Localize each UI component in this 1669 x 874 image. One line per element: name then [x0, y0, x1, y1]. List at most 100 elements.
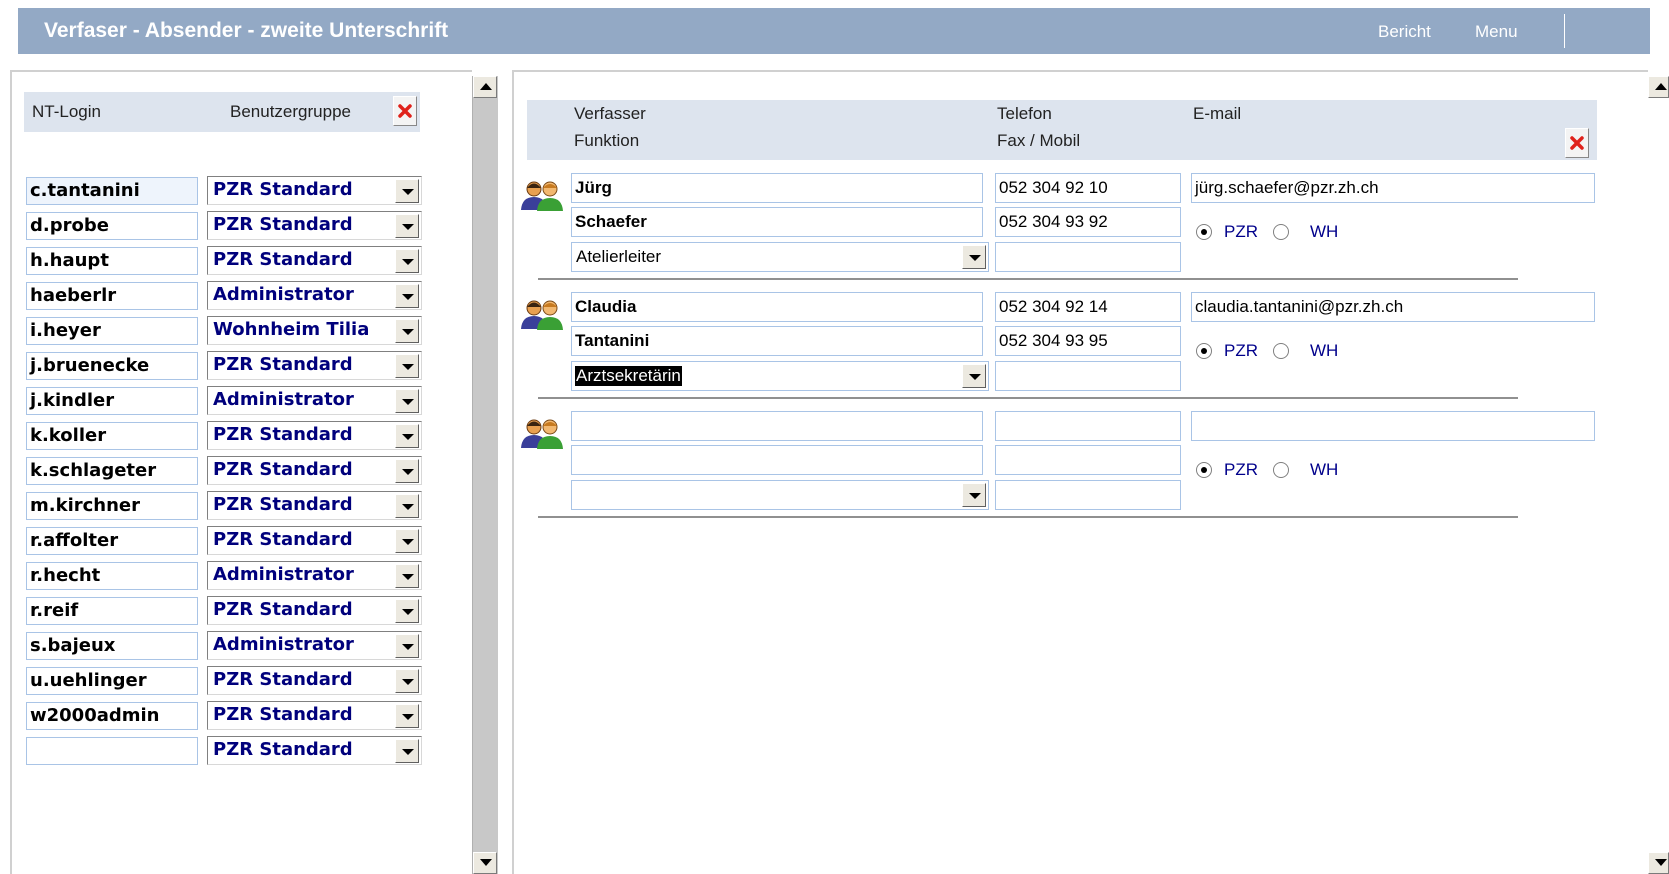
function-select[interactable] [571, 480, 989, 510]
dropdown-arrow-icon[interactable] [395, 249, 419, 273]
dropdown-arrow-icon[interactable] [395, 319, 419, 343]
group-select[interactable]: Administrator [207, 281, 422, 310]
group-select[interactable]: Administrator [207, 631, 422, 660]
login-field[interactable]: r.reif [26, 597, 198, 625]
login-field[interactable]: r.affolter [26, 527, 198, 555]
login-field[interactable]: k.schlageter [26, 457, 198, 485]
first-name-field[interactable]: Claudia [571, 292, 983, 322]
group-select[interactable]: Wohnheim Tilia [207, 316, 422, 345]
email-field[interactable] [1191, 411, 1595, 441]
function-select[interactable]: Atelierleiter [571, 242, 989, 272]
group-select[interactable]: PZR Standard [207, 526, 422, 555]
login-field[interactable]: haeberlr [26, 282, 198, 310]
mobile-field[interactable] [995, 361, 1181, 391]
delete-icon[interactable] [393, 96, 417, 126]
dropdown-arrow-icon[interactable] [395, 704, 419, 728]
dropdown-arrow-icon[interactable] [395, 459, 419, 483]
scroll-up-icon[interactable] [473, 76, 497, 98]
dropdown-arrow-icon[interactable] [395, 284, 419, 308]
last-name-field[interactable]: Schaefer [571, 207, 983, 237]
login-field[interactable]: c.tantanini [26, 177, 198, 205]
pzr-radio[interactable] [1196, 462, 1212, 478]
dropdown-arrow-icon[interactable] [395, 214, 419, 238]
dropdown-arrow-icon[interactable] [395, 669, 419, 693]
dropdown-arrow-icon[interactable] [395, 354, 419, 378]
group-select[interactable]: PZR Standard [207, 421, 422, 450]
dropdown-arrow-icon[interactable] [395, 179, 419, 203]
dropdown-arrow-icon[interactable] [962, 483, 986, 507]
login-field[interactable]: u.uehlinger [26, 667, 198, 695]
login-column-header: NT-Login [32, 102, 101, 121]
group-select[interactable]: PZR Standard [207, 736, 422, 765]
users-scrollbar[interactable] [472, 76, 498, 874]
pzr-radio[interactable] [1196, 343, 1212, 359]
phone-field[interactable] [995, 411, 1181, 441]
login-field[interactable]: d.probe [26, 212, 198, 240]
last-name-field[interactable] [571, 445, 983, 475]
group-select[interactable]: PZR Standard [207, 176, 422, 205]
login-field[interactable]: h.haupt [26, 247, 198, 275]
scroll-down-icon[interactable] [473, 852, 497, 874]
login-field[interactable] [26, 737, 198, 765]
login-field[interactable]: j.kindler [26, 387, 198, 415]
group-select[interactable]: PZR Standard [207, 456, 422, 485]
email-field[interactable]: claudia.tantanini@pzr.zh.ch [1191, 292, 1595, 322]
mobile-field[interactable] [995, 480, 1181, 510]
wh-radio[interactable] [1273, 224, 1289, 240]
phone-field[interactable]: 052 304 92 10 [995, 173, 1181, 203]
group-value: PZR Standard [213, 249, 353, 270]
dropdown-arrow-icon[interactable] [395, 529, 419, 553]
group-select[interactable]: PZR Standard [207, 211, 422, 240]
entry-divider [538, 516, 1518, 518]
login-field[interactable]: w2000admin [26, 702, 198, 730]
phone-field[interactable]: 052 304 92 14 [995, 292, 1181, 322]
fax-field[interactable]: 052 304 93 95 [995, 326, 1181, 356]
delete-icon[interactable] [1565, 128, 1589, 158]
group-select[interactable]: Administrator [207, 386, 422, 415]
login-field[interactable]: j.bruenecke [26, 352, 198, 380]
pzr-radio[interactable] [1196, 224, 1212, 240]
first-name-field[interactable] [571, 411, 983, 441]
group-select[interactable]: Administrator [207, 561, 422, 590]
group-value: Administrator [213, 389, 354, 410]
group-value: Administrator [213, 564, 354, 585]
group-value: PZR Standard [213, 459, 353, 480]
dropdown-arrow-icon[interactable] [395, 564, 419, 588]
dropdown-arrow-icon[interactable] [395, 739, 419, 763]
login-field[interactable]: m.kirchner [26, 492, 198, 520]
login-field[interactable]: k.koller [26, 422, 198, 450]
group-value: PZR Standard [213, 599, 353, 620]
email-field[interactable]: jürg.schaefer@pzr.zh.ch [1191, 173, 1595, 203]
menu-link[interactable]: Menu [1475, 22, 1518, 42]
group-select[interactable]: PZR Standard [207, 666, 422, 695]
last-name-field[interactable]: Tantanini [571, 326, 983, 356]
login-field[interactable]: s.bajeux [26, 632, 198, 660]
group-select[interactable]: PZR Standard [207, 596, 422, 625]
scroll-down-icon[interactable] [1648, 852, 1669, 874]
scroll-up-icon[interactable] [1648, 76, 1669, 98]
fax-field[interactable]: 052 304 93 92 [995, 207, 1181, 237]
group-select[interactable]: PZR Standard [207, 701, 422, 730]
dropdown-arrow-icon[interactable] [395, 494, 419, 518]
dropdown-arrow-icon[interactable] [395, 634, 419, 658]
report-link[interactable]: Bericht [1378, 22, 1431, 42]
login-field[interactable]: i.heyer [26, 317, 198, 345]
dropdown-arrow-icon[interactable] [962, 364, 986, 388]
location-radio-group: PZR WH [1196, 220, 1356, 248]
group-select[interactable]: PZR Standard [207, 491, 422, 520]
group-value: PZR Standard [213, 704, 353, 725]
fax-field[interactable] [995, 445, 1181, 475]
dropdown-arrow-icon[interactable] [395, 599, 419, 623]
wh-radio[interactable] [1273, 462, 1289, 478]
dropdown-arrow-icon[interactable] [395, 389, 419, 413]
mobile-field[interactable] [995, 242, 1181, 272]
group-select[interactable]: PZR Standard [207, 351, 422, 380]
authors-scrollbar[interactable] [1648, 76, 1669, 874]
dropdown-arrow-icon[interactable] [395, 424, 419, 448]
dropdown-arrow-icon[interactable] [962, 245, 986, 269]
function-select[interactable]: Arztsekretärin [571, 361, 989, 391]
group-select[interactable]: PZR Standard [207, 246, 422, 275]
first-name-field[interactable]: Jürg [571, 173, 983, 203]
login-field[interactable]: r.hecht [26, 562, 198, 590]
wh-radio[interactable] [1273, 343, 1289, 359]
